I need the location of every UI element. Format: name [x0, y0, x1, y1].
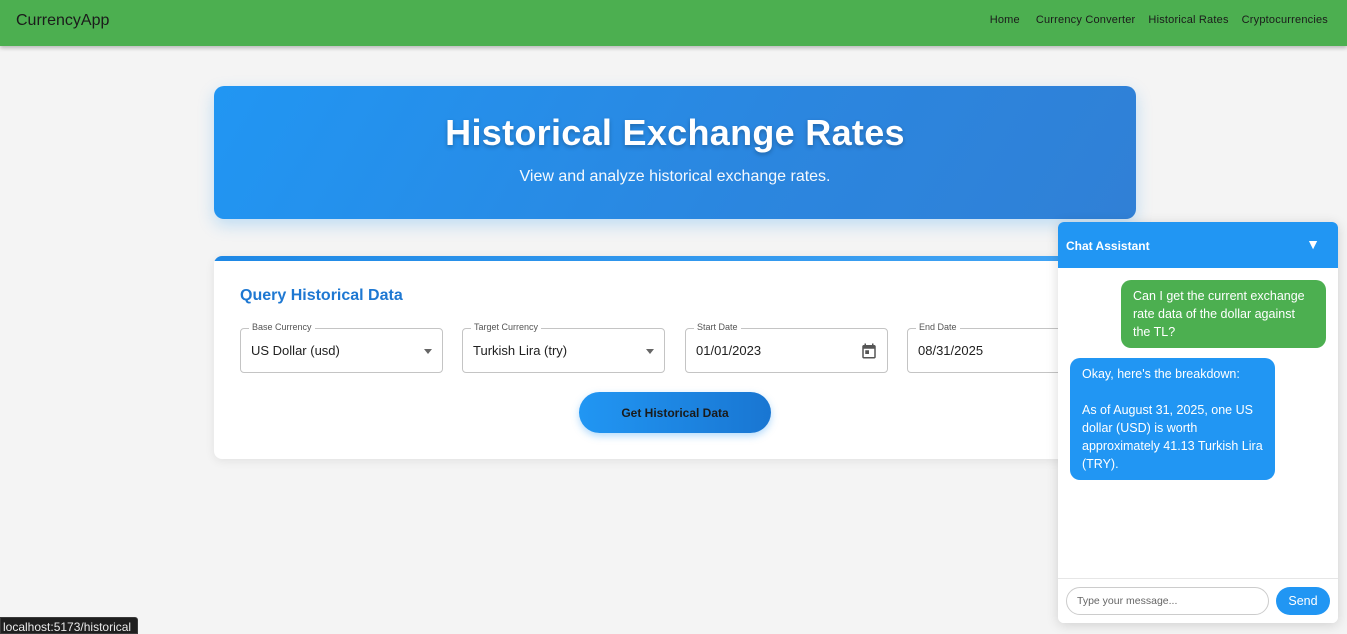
base-currency-label: Base Currency [249, 322, 315, 332]
nav-link-cryptocurrencies[interactable]: Cryptocurrencies [1242, 14, 1328, 26]
chat-title: Chat Assistant [1066, 239, 1150, 253]
card-accent-bar [214, 256, 1114, 261]
collapse-chevron-icon[interactable]: ▼ [1306, 236, 1320, 252]
chevron-down-icon[interactable] [646, 349, 654, 354]
send-button[interactable]: Send [1276, 587, 1330, 615]
base-currency-value: US Dollar (usd) [251, 343, 340, 358]
query-card-title: Query Historical Data [240, 287, 403, 304]
start-date-label: Start Date [694, 322, 741, 332]
chat-input-bar: Send [1058, 578, 1338, 623]
chat-message-assistant: Okay, here's the breakdown: As of August… [1070, 358, 1275, 480]
chat-message-user: Can I get the current exchange rate data… [1121, 280, 1326, 348]
start-date-field[interactable]: Start Date 01/01/2023 [685, 322, 888, 373]
hero-banner: Historical Exchange Rates View and analy… [214, 86, 1136, 219]
chat-widget: Chat Assistant ▼ Can I get the current e… [1058, 222, 1338, 623]
nav-link-currency-converter[interactable]: Currency Converter [1036, 14, 1136, 26]
page-title: Historical Exchange Rates [445, 112, 905, 153]
query-card: Query Historical Data Base Currency US D… [214, 256, 1114, 459]
page-subtitle: View and analyze historical exchange rat… [519, 168, 831, 185]
status-bar-url: localhost:5173/historical [0, 617, 139, 634]
end-date-label: End Date [916, 322, 960, 332]
nav-link-home[interactable]: Home [990, 14, 1020, 26]
chevron-down-icon[interactable] [424, 349, 432, 354]
target-currency-label: Target Currency [471, 322, 542, 332]
target-currency-value: Turkish Lira (try) [473, 343, 568, 358]
calendar-icon[interactable] [860, 342, 878, 360]
base-currency-select[interactable]: Base Currency US Dollar (usd) [240, 322, 443, 373]
nav-links: Home Currency Converter Historical Rates… [990, 14, 1328, 26]
end-date-value: 08/31/2025 [918, 343, 984, 358]
navbar: CurrencyApp Home Currency Converter Hist… [0, 0, 1347, 46]
get-historical-data-button[interactable]: Get Historical Data [579, 392, 771, 433]
chat-message-input[interactable] [1066, 587, 1269, 615]
brand-logo[interactable]: CurrencyApp [16, 12, 109, 30]
start-date-value: 01/01/2023 [696, 343, 762, 358]
nav-link-historical-rates[interactable]: Historical Rates [1148, 14, 1228, 26]
target-currency-select[interactable]: Target Currency Turkish Lira (try) [462, 322, 665, 373]
chat-header: Chat Assistant ▼ [1058, 222, 1338, 268]
